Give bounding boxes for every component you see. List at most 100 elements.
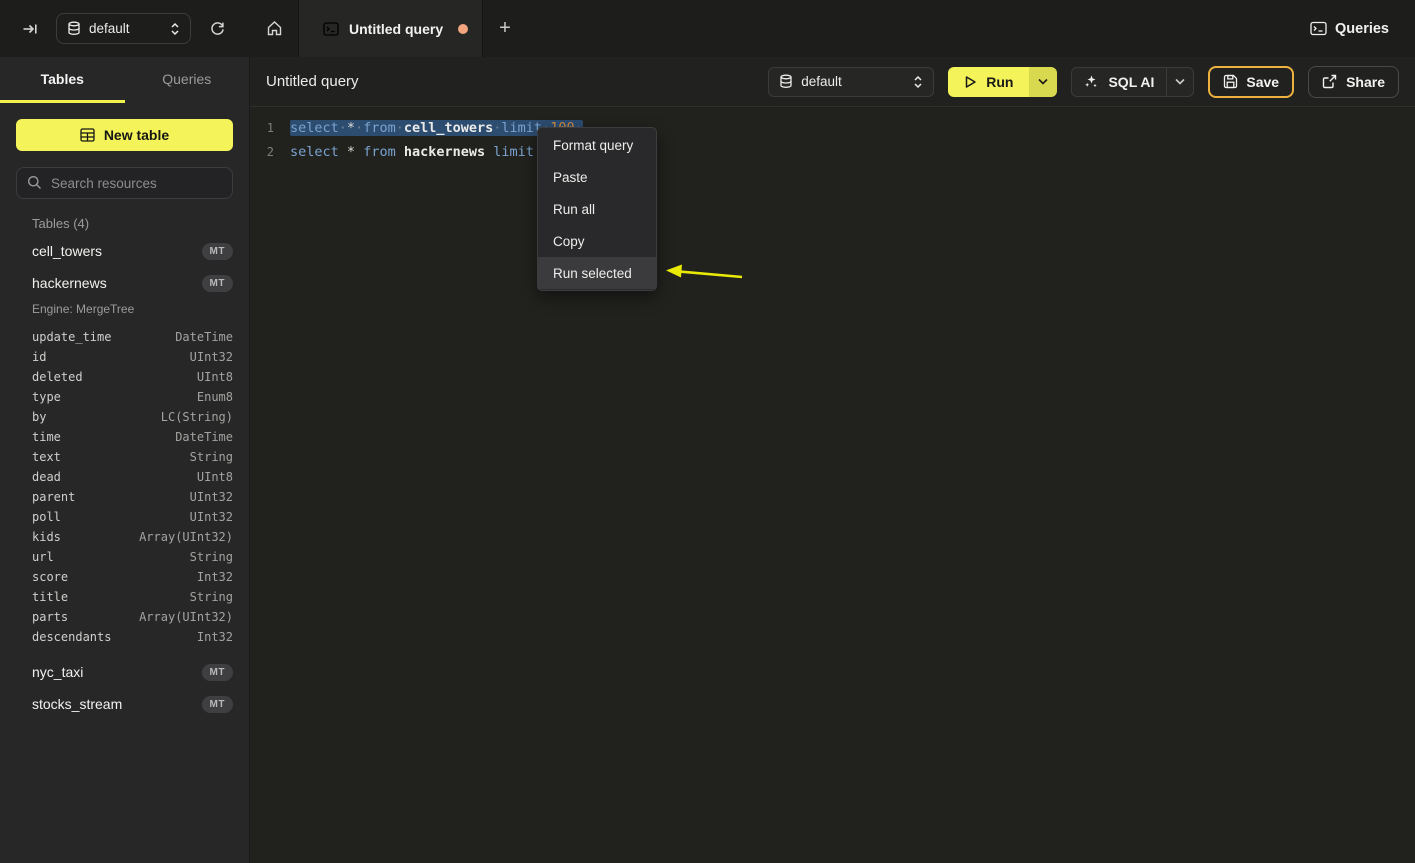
plus-icon: + bbox=[499, 17, 511, 40]
column-row: time DateTime bbox=[0, 427, 249, 447]
line-code: select * from hackernews limit bbox=[290, 144, 542, 160]
column-row: by LC(String) bbox=[0, 407, 249, 427]
sidebar-tab-tables[interactable]: Tables bbox=[0, 57, 125, 103]
column-row: score Int32 bbox=[0, 567, 249, 587]
column-row: descendants Int32 bbox=[0, 627, 249, 647]
column-type: String bbox=[190, 550, 233, 564]
context-menu-item[interactable]: Run all bbox=[538, 193, 656, 225]
columns-list: update_time DateTime id UInt32 deleted U… bbox=[0, 327, 249, 647]
context-menu-item[interactable]: Copy bbox=[538, 225, 656, 257]
new-table-button-label: New table bbox=[104, 127, 169, 143]
queries-icon bbox=[1310, 21, 1327, 36]
sql-ai-button[interactable]: SQL AI bbox=[1072, 74, 1166, 90]
table-name: nyc_taxi bbox=[32, 664, 202, 680]
column-type: Array(UInt32) bbox=[139, 530, 233, 544]
table-name: stocks_stream bbox=[32, 696, 202, 712]
column-name: deleted bbox=[32, 370, 197, 384]
sidebar-tab-tables-label: Tables bbox=[41, 71, 84, 87]
line-number: 1 bbox=[250, 121, 274, 135]
collapse-sidebar-icon bbox=[22, 21, 38, 37]
table-row[interactable]: hackernews MT bbox=[0, 267, 249, 299]
chevron-up-down-icon bbox=[170, 22, 180, 36]
new-table-button[interactable]: New table bbox=[16, 119, 233, 151]
column-name: text bbox=[32, 450, 190, 464]
home-button[interactable] bbox=[250, 0, 298, 57]
column-type: Enum8 bbox=[197, 390, 233, 404]
editor-lines: 1 select·*·from·cell_towers·limit·100· 2… bbox=[250, 116, 1415, 164]
line-number: 2 bbox=[250, 145, 274, 159]
share-button-label: Share bbox=[1346, 74, 1385, 90]
engine-badge: MT bbox=[202, 664, 233, 681]
column-type: Int32 bbox=[197, 570, 233, 584]
topbar-right: Queries bbox=[1310, 0, 1415, 57]
column-row: id UInt32 bbox=[0, 347, 249, 367]
save-button-label: Save bbox=[1246, 74, 1279, 90]
run-button-label: Run bbox=[986, 74, 1013, 90]
column-type: LC(String) bbox=[161, 410, 233, 424]
sidebar-tab-queries-label: Queries bbox=[162, 71, 211, 87]
column-name: poll bbox=[32, 510, 190, 524]
column-name: descendants bbox=[32, 630, 197, 644]
editor-line: 1 select·*·from·cell_towers·limit·100· bbox=[250, 116, 1415, 140]
column-row: deleted UInt8 bbox=[0, 367, 249, 387]
run-button-group: Run bbox=[948, 67, 1057, 97]
search-resources-input[interactable] bbox=[16, 167, 233, 199]
table-row[interactable]: stocks_stream MT bbox=[0, 688, 249, 720]
chevron-up-down-icon bbox=[913, 75, 923, 89]
sidebar: Tables Queries New table Tables (4) cell… bbox=[0, 57, 250, 863]
sidebar-tabs: Tables Queries bbox=[0, 57, 249, 103]
sidebar-tab-queries[interactable]: Queries bbox=[125, 57, 250, 103]
table-engine-label: Engine: MergeTree bbox=[0, 299, 249, 319]
refresh-icon bbox=[209, 20, 226, 37]
context-menu-item[interactable]: Paste bbox=[538, 161, 656, 193]
table-row[interactable]: cell_towers MT bbox=[0, 235, 249, 267]
share-button[interactable]: Share bbox=[1308, 66, 1399, 98]
column-name: kids bbox=[32, 530, 139, 544]
sql-ai-options-button[interactable] bbox=[1166, 68, 1193, 96]
database-icon bbox=[779, 74, 793, 89]
column-type: UInt8 bbox=[197, 370, 233, 384]
context-menu-item[interactable]: Run selected bbox=[538, 257, 656, 289]
topbar-database-selector[interactable]: default bbox=[56, 13, 191, 44]
sql-editor[interactable]: 1 select·*·from·cell_towers·limit·100· 2… bbox=[250, 107, 1415, 863]
column-row: text String bbox=[0, 447, 249, 467]
table-name: cell_towers bbox=[32, 243, 202, 259]
add-tab-button[interactable]: + bbox=[483, 0, 527, 57]
query-title: Untitled query bbox=[266, 73, 359, 90]
toolbar-database-selector[interactable]: default bbox=[768, 67, 934, 97]
chevron-down-icon bbox=[1175, 78, 1185, 85]
column-name: time bbox=[32, 430, 175, 444]
column-row: kids Array(UInt32) bbox=[0, 527, 249, 547]
sql-ai-button-group: SQL AI bbox=[1071, 67, 1194, 97]
tab-untitled-query[interactable]: Untitled query bbox=[298, 0, 483, 57]
sparkles-icon bbox=[1084, 74, 1099, 89]
column-type: DateTime bbox=[175, 430, 233, 444]
column-row: url String bbox=[0, 547, 249, 567]
column-type: String bbox=[190, 450, 233, 464]
column-type: UInt32 bbox=[190, 510, 233, 524]
save-button[interactable]: Save bbox=[1208, 66, 1294, 98]
column-type: UInt32 bbox=[190, 350, 233, 364]
table-row[interactable]: nyc_taxi MT bbox=[0, 656, 249, 688]
run-options-button[interactable] bbox=[1029, 67, 1057, 97]
column-name: update_time bbox=[32, 330, 175, 344]
editor-line: 2 select * from hackernews limit bbox=[250, 140, 1415, 164]
toolbar-database-value: default bbox=[801, 74, 905, 89]
terminal-tab-icon bbox=[323, 22, 339, 36]
column-name: by bbox=[32, 410, 161, 424]
column-row: parent UInt32 bbox=[0, 487, 249, 507]
collapse-sidebar-button[interactable] bbox=[16, 15, 44, 43]
save-icon bbox=[1223, 74, 1238, 89]
column-row: type Enum8 bbox=[0, 387, 249, 407]
column-type: DateTime bbox=[175, 330, 233, 344]
engine-badge: MT bbox=[202, 275, 233, 292]
refresh-button[interactable] bbox=[203, 15, 231, 43]
run-button[interactable]: Run bbox=[948, 67, 1029, 97]
tab-strip: Untitled query + bbox=[250, 0, 1310, 57]
queries-button[interactable]: Queries bbox=[1310, 21, 1389, 37]
unsaved-changes-dot bbox=[458, 24, 468, 34]
sql-ai-button-label: SQL AI bbox=[1108, 74, 1154, 90]
topbar-left: default bbox=[0, 0, 250, 57]
column-row: title String bbox=[0, 587, 249, 607]
context-menu-item[interactable]: Format query bbox=[538, 129, 656, 161]
